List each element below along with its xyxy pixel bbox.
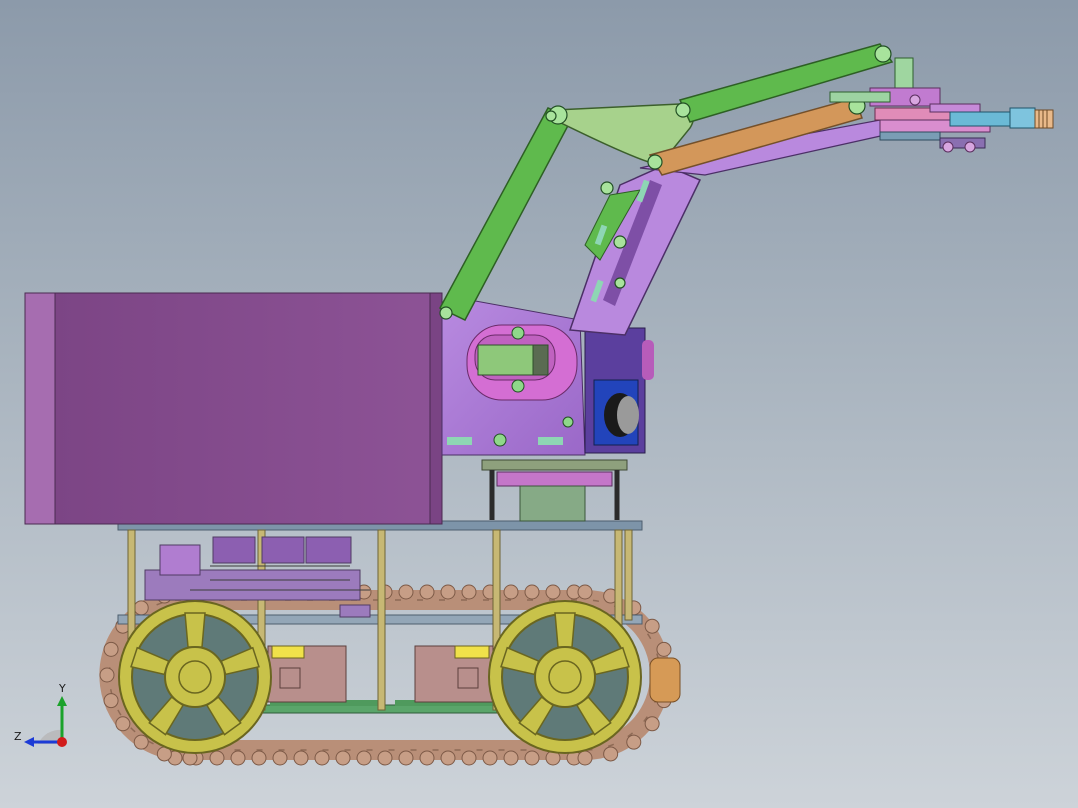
track-link (398, 584, 414, 600)
track-link (115, 716, 131, 732)
track-link (577, 750, 593, 766)
wheel-front[interactable] (488, 600, 642, 754)
orientation-triad[interactable]: Y Z (10, 682, 80, 756)
track-link (524, 750, 540, 766)
track-link (103, 641, 119, 657)
track-link (209, 750, 225, 766)
track-link (656, 641, 672, 657)
track-link (482, 750, 498, 766)
track-link (644, 716, 660, 732)
track-link (644, 618, 660, 634)
robot-model[interactable] (0, 0, 1078, 808)
track-link (356, 750, 372, 766)
track-link (398, 750, 414, 766)
track-link (461, 584, 477, 600)
track-link (419, 750, 435, 766)
triad-z-label: Z (14, 730, 22, 743)
track-link (440, 584, 456, 600)
track-link (251, 750, 267, 766)
track-link (272, 750, 288, 766)
track-link (626, 734, 642, 750)
track-link (545, 584, 561, 600)
robot-arm[interactable] (438, 43, 894, 336)
track-link (133, 600, 149, 616)
track-link (440, 750, 456, 766)
track-link (99, 667, 115, 683)
track-link (603, 746, 619, 762)
track-link (419, 584, 435, 600)
track-link (293, 750, 309, 766)
wheel-rear[interactable] (118, 600, 272, 754)
track-link (335, 750, 351, 766)
battery-box[interactable] (24, 292, 443, 525)
track-link (524, 584, 540, 600)
track-link (314, 750, 330, 766)
track-link (461, 750, 477, 766)
track-link (503, 750, 519, 766)
arm-base[interactable] (481, 459, 628, 522)
track-link (503, 584, 519, 600)
triad-graphic (24, 696, 67, 747)
track-link (230, 750, 246, 766)
cad-viewport[interactable]: Y Z (0, 0, 1078, 808)
track-link (103, 693, 119, 709)
triad-y-label: Y (59, 682, 66, 695)
track-link (377, 750, 393, 766)
track-link (577, 584, 593, 600)
track-link (133, 734, 149, 750)
